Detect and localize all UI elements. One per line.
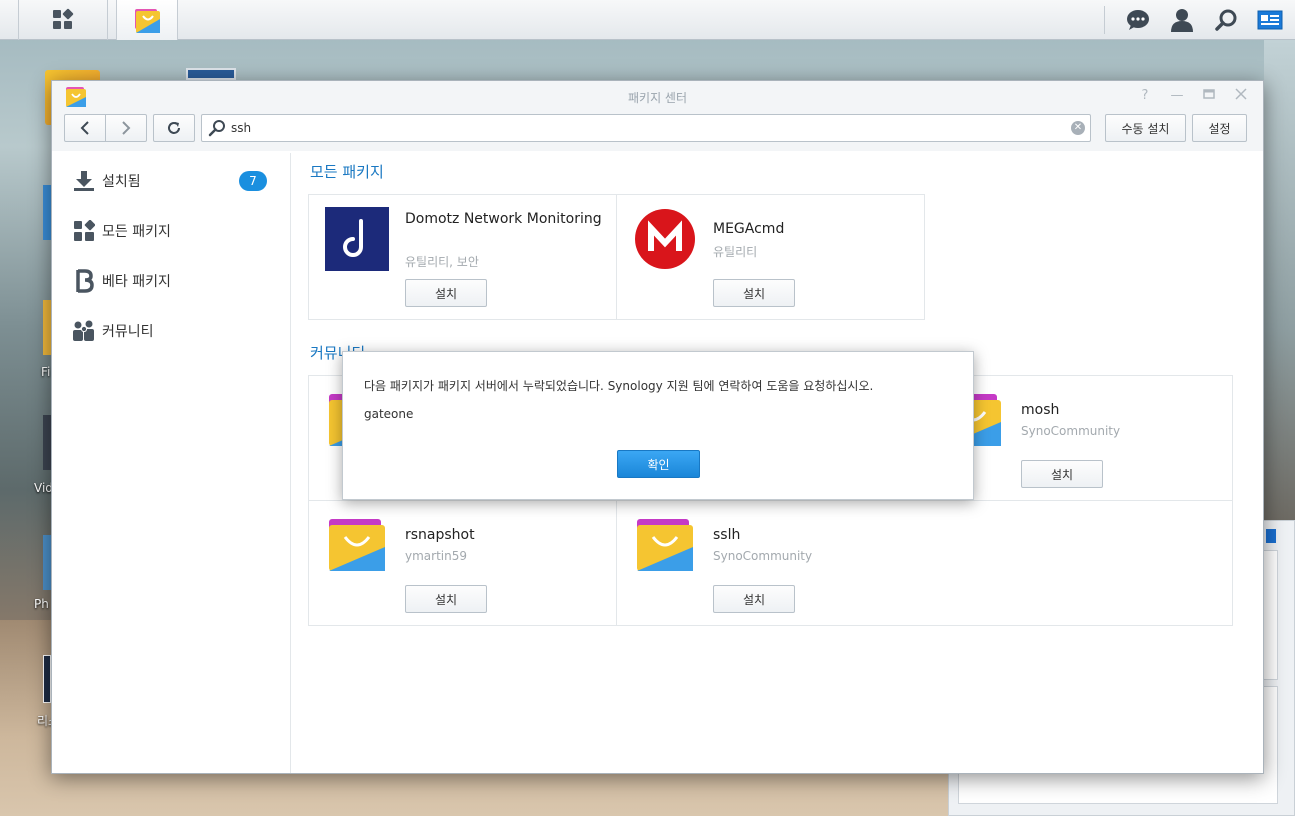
- sidebar-item-beta[interactable]: 베타 패키지: [52, 259, 291, 303]
- desktop-label-file: Fi: [41, 365, 51, 379]
- sidebar-item-label: 베타 패키지: [102, 274, 171, 290]
- back-button[interactable]: [64, 114, 106, 142]
- package-name: rsnapshot: [405, 527, 475, 543]
- package-publisher: SynoCommunity: [713, 549, 813, 563]
- refresh-icon: [168, 122, 180, 134]
- desktop-wallpaper-right: [1264, 40, 1295, 520]
- package-center-icon: [135, 9, 160, 33]
- install-button[interactable]: 설치: [713, 279, 795, 307]
- ok-button[interactable]: 확인: [617, 450, 700, 478]
- sidebar-item-label: 커뮤니티: [102, 324, 154, 340]
- domotz-icon: [325, 207, 389, 271]
- installed-count-badge: 7: [239, 171, 267, 191]
- missing-package-name: gateone: [364, 407, 414, 421]
- grid-icon: [72, 219, 96, 243]
- desktop-icon-monitor[interactable]: [186, 68, 236, 80]
- user-button[interactable]: [1167, 6, 1197, 34]
- package-card[interactable]: Domotz Network Monitoring 유틸리티, 보안 설치: [309, 195, 617, 320]
- search-button[interactable]: [1211, 6, 1241, 34]
- package-name: Domotz Network Monitoring: [405, 211, 602, 227]
- taskbar-package-center[interactable]: [116, 0, 178, 40]
- close-button[interactable]: [1233, 88, 1249, 104]
- taskbar-separator: [1104, 6, 1105, 34]
- sidebar-item-all-packages[interactable]: 모든 패키지: [52, 209, 291, 253]
- desktop-icon-video[interactable]: [43, 415, 51, 470]
- settings-button[interactable]: 설정: [1192, 114, 1247, 142]
- sidebar-item-label: 설치됨: [102, 174, 141, 190]
- desktop-icon-photo[interactable]: [43, 535, 51, 590]
- toolbar: ✕ 수동 설치 설정: [52, 111, 1263, 151]
- refresh-button[interactable]: [153, 114, 195, 142]
- help-button[interactable]: ?: [1137, 88, 1153, 104]
- chat-button[interactable]: [1123, 6, 1153, 34]
- background-window-icon: [1266, 529, 1276, 543]
- dialog-message: 다음 패키지가 패키지 서버에서 누락되었습니다. Synology 지원 팀에…: [364, 379, 874, 393]
- chevron-right-icon: [122, 121, 131, 135]
- minimize-button[interactable]: —: [1169, 88, 1185, 104]
- maximize-button[interactable]: [1201, 88, 1217, 104]
- package-icon: [637, 519, 693, 571]
- taskbar: [0, 0, 1295, 40]
- manual-install-button[interactable]: 수동 설치: [1105, 114, 1186, 142]
- all-packages-grid: Domotz Network Monitoring 유틸리티, 보안 설치 ME…: [308, 194, 925, 320]
- package-card[interactable]: MEGAcmd 유틸리티 설치: [617, 195, 925, 320]
- install-button[interactable]: 설치: [713, 585, 795, 613]
- main-menu-button[interactable]: [18, 0, 108, 40]
- maximize-icon: [1203, 89, 1215, 99]
- desktop-icon-blue[interactable]: [43, 185, 51, 240]
- desktop-icon-resource[interactable]: [43, 655, 51, 703]
- package-name: MEGAcmd: [713, 221, 785, 237]
- missing-package-dialog: 다음 패키지가 패키지 서버에서 누락되었습니다. Synology 지원 팀에…: [342, 351, 974, 500]
- install-button[interactable]: 설치: [405, 279, 487, 307]
- people-icon: [72, 319, 96, 343]
- search-input[interactable]: [231, 115, 1061, 141]
- sidebar-item-installed[interactable]: 설치됨 7: [52, 159, 291, 203]
- user-icon: [1171, 9, 1193, 32]
- package-card[interactable]: rsnapshot ymartin59 설치: [309, 501, 617, 626]
- package-category: 유틸리티, 보안: [405, 255, 479, 269]
- window-titlebar[interactable]: 패키지 센터 ? —: [52, 81, 1263, 111]
- chat-icon: [1127, 10, 1149, 30]
- package-publisher: ymartin59: [405, 549, 467, 563]
- main-menu-icon: [53, 8, 74, 29]
- window-title: 패키지 센터: [627, 91, 687, 105]
- package-category: 유틸리티: [713, 245, 758, 259]
- package-name: sslh: [713, 527, 741, 543]
- sidebar: 설치됨 7 모든 패키지 베타 패키지 커뮤니티: [52, 153, 291, 773]
- package-card[interactable]: sslh SynoCommunity 설치: [617, 501, 925, 626]
- install-button[interactable]: 설치: [405, 585, 487, 613]
- chevron-left-icon: [80, 121, 89, 135]
- search-icon: [1215, 9, 1237, 31]
- desktop-icon-folder[interactable]: [43, 300, 51, 355]
- download-icon: [72, 169, 96, 193]
- widgets-button[interactable]: [1255, 6, 1285, 34]
- search-box: ✕: [201, 114, 1091, 142]
- widgets-icon: [1257, 10, 1283, 30]
- forward-button[interactable]: [105, 114, 147, 142]
- mega-icon: [635, 209, 695, 269]
- close-icon: [1235, 88, 1247, 100]
- sidebar-item-label: 모든 패키지: [102, 224, 171, 240]
- install-button[interactable]: 설치: [1021, 460, 1103, 488]
- section-title-all-packages: 모든 패키지: [310, 163, 384, 181]
- package-name: mosh: [1021, 402, 1060, 418]
- search-icon: [208, 120, 225, 137]
- desktop-label-photo: Ph: [34, 597, 49, 611]
- beta-icon: [72, 269, 96, 293]
- package-publisher: SynoCommunity: [1021, 424, 1121, 438]
- package-icon: [329, 519, 385, 571]
- clear-search-icon[interactable]: ✕: [1071, 121, 1085, 135]
- sidebar-item-community[interactable]: 커뮤니티: [52, 309, 291, 353]
